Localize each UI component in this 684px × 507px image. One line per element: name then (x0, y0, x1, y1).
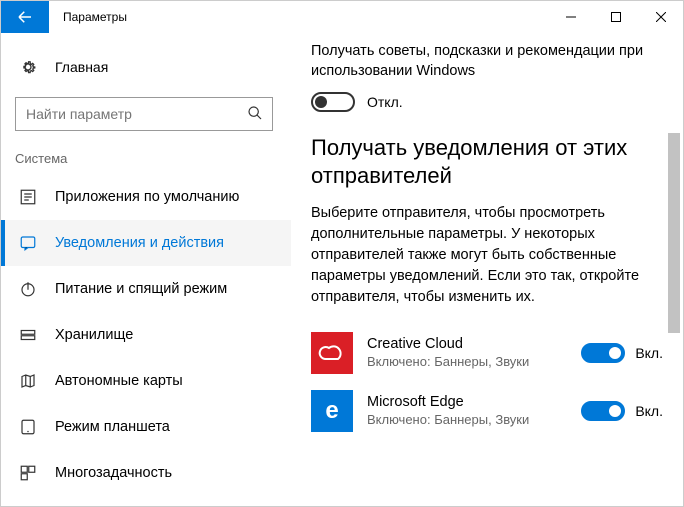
sender-text: Microsoft Edge Включено: Баннеры, Звуки (367, 394, 567, 427)
window-title: Параметры (49, 1, 127, 33)
tablet-icon (19, 418, 37, 436)
default-apps-icon (19, 188, 37, 206)
sidebar-item-label: Уведомления и действия (55, 235, 224, 251)
search-input[interactable] (15, 97, 273, 131)
minimize-button[interactable] (548, 1, 593, 33)
sidebar-item-label: Многозадачность (55, 465, 172, 481)
sidebar-item-label: Питание и спящий режим (55, 281, 227, 297)
sender-state: Вкл. (581, 343, 663, 363)
sidebar-item-storage[interactable]: Хранилище (1, 312, 291, 358)
arrow-left-icon (16, 8, 34, 26)
scrollbar[interactable] (667, 33, 681, 506)
titlebar-spacer (127, 1, 548, 33)
sidebar-item-default-apps[interactable]: Приложения по умолчанию (1, 174, 291, 220)
sidebar-item-tablet-mode[interactable]: Режим планшета (1, 404, 291, 450)
sidebar-item-notifications[interactable]: Уведомления и действия (1, 220, 291, 266)
search-wrap (15, 97, 273, 131)
close-icon (656, 12, 666, 22)
edge-icon: e (311, 390, 353, 432)
multitasking-icon (19, 464, 37, 482)
storage-icon (19, 326, 37, 344)
sidebar-nav: Приложения по умолчанию Уведомления и де… (1, 174, 291, 506)
sidebar-item-label: Приложения по умолчанию (55, 189, 239, 205)
toggle-knob (315, 96, 327, 108)
scroll-thumb[interactable] (668, 133, 680, 333)
close-button[interactable] (638, 1, 683, 33)
creative-cloud-icon (311, 332, 353, 374)
maximize-button[interactable] (593, 1, 638, 33)
sidebar-item-label: Автономные карты (55, 373, 183, 389)
senders-description: Выберите отправителя, чтобы просмотреть … (311, 203, 663, 308)
sidebar-item-offline-maps[interactable]: Автономные карты (1, 358, 291, 404)
minimize-icon (566, 12, 576, 22)
sidebar-group-label: Система (1, 147, 291, 174)
sender-state: Вкл. (581, 401, 663, 421)
maximize-icon (611, 12, 621, 22)
maps-icon (19, 372, 37, 390)
toggle-knob (609, 347, 621, 359)
sender-name: Microsoft Edge (367, 394, 567, 410)
sidebar-home[interactable]: Главная (1, 47, 291, 87)
search-icon (247, 105, 263, 121)
back-button[interactable] (1, 1, 49, 33)
sidebar-item-power[interactable]: Питание и спящий режим (1, 266, 291, 312)
sender-row[interactable]: Creative Cloud Включено: Баннеры, Звуки … (311, 324, 663, 382)
power-icon (19, 280, 37, 298)
sender-toggle-label: Вкл. (635, 345, 663, 361)
sender-toggle[interactable] (581, 401, 625, 421)
toggle-knob (609, 405, 621, 417)
sender-text: Creative Cloud Включено: Баннеры, Звуки (367, 336, 567, 369)
tips-toggle-row: Откл. (311, 92, 663, 112)
sidebar-home-label: Главная (55, 59, 108, 75)
sender-sub: Включено: Баннеры, Звуки (367, 412, 567, 427)
sender-name: Creative Cloud (367, 336, 567, 352)
sender-row[interactable]: e Microsoft Edge Включено: Баннеры, Звук… (311, 382, 663, 440)
gear-icon (19, 58, 37, 76)
notifications-icon (19, 234, 37, 252)
sidebar-item-label: Хранилище (55, 327, 133, 343)
sidebar: Главная Система Приложения по умолчанию … (1, 33, 291, 506)
sender-sub: Включено: Баннеры, Звуки (367, 354, 567, 369)
sender-toggle-label: Вкл. (635, 403, 663, 419)
tips-toggle-label: Откл. (367, 94, 403, 110)
sidebar-item-multitasking[interactable]: Многозадачность (1, 450, 291, 496)
tips-toggle[interactable] (311, 92, 355, 112)
senders-heading: Получать уведомления от этих отправителе… (311, 134, 663, 191)
sidebar-item-label: Режим планшета (55, 419, 170, 435)
tips-setting-title: Получать советы, подсказки и рекомендаци… (311, 41, 663, 82)
window-body: Главная Система Приложения по умолчанию … (1, 33, 683, 506)
content-pane: Получать советы, подсказки и рекомендаци… (291, 33, 683, 506)
titlebar: Параметры (1, 1, 683, 33)
sender-toggle[interactable] (581, 343, 625, 363)
